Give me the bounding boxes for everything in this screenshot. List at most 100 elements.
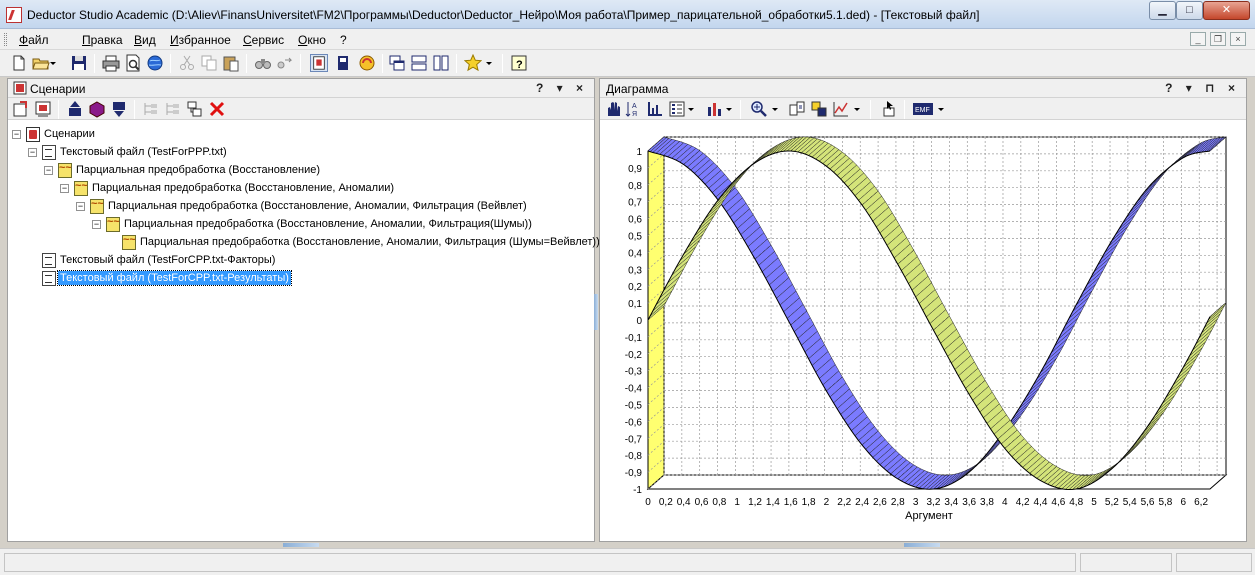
zoom-dropdown-icon[interactable] (770, 100, 780, 118)
chart-panel-controls[interactable]: ? ▾ ⊓ × (1165, 81, 1240, 95)
help-icon[interactable]: ? (510, 54, 528, 72)
y-tick-label: -0,7 (625, 434, 643, 445)
scenario-icon (13, 81, 27, 95)
tree-collapse-toggle[interactable]: − (44, 166, 53, 175)
tree-collapse-icon[interactable] (142, 100, 160, 118)
favorites-icon[interactable] (464, 54, 482, 72)
cascade-icon[interactable] (388, 54, 406, 72)
wizard-icon[interactable] (358, 54, 376, 72)
move-up-icon[interactable] (66, 100, 84, 118)
replace-icon[interactable] (276, 54, 294, 72)
pan-icon[interactable] (604, 100, 622, 118)
tile-h-icon[interactable] (410, 54, 428, 72)
close-button[interactable]: ✕ (1203, 1, 1250, 20)
chart-type-dropdown-icon[interactable] (724, 100, 734, 118)
data-icon[interactable] (334, 54, 352, 72)
tree-collapse-toggle[interactable]: − (60, 184, 69, 193)
line-chart-dropdown-icon[interactable] (852, 100, 862, 118)
menu-service[interactable]: Сервис (243, 33, 284, 47)
x-tick-label: 2 (824, 497, 830, 508)
pointer-icon[interactable] (880, 100, 898, 118)
save-icon[interactable] (70, 54, 88, 72)
axis-icon[interactable] (646, 100, 664, 118)
preprocess-icon (74, 181, 88, 196)
export-icon[interactable] (810, 100, 828, 118)
status-cell-2 (1080, 553, 1172, 572)
chart-type-icon[interactable] (706, 100, 724, 118)
wizard-run-icon[interactable] (34, 100, 52, 118)
y-tick-label: 0,5 (628, 232, 642, 243)
open-dropdown-icon[interactable] (48, 54, 58, 72)
app-icon[interactable] (6, 7, 22, 23)
y-tick-label: 0,1 (628, 299, 642, 310)
preview-icon[interactable] (124, 54, 142, 72)
right-panel-splitter[interactable] (904, 543, 940, 547)
scenarios-panel-controls[interactable]: ? ▾ × (536, 81, 588, 95)
tree-collapse-toggle[interactable]: − (76, 202, 85, 211)
mdi-close-button[interactable]: × (1230, 32, 1246, 46)
text-file-icon (42, 253, 56, 268)
tree-node-label: Сценарии (44, 128, 95, 140)
menu-view[interactable]: Вид (134, 33, 156, 47)
left-panel-splitter[interactable] (283, 543, 319, 547)
tree-node-label: Текстовый файл (TestForCPP.txt-Результат… (57, 270, 292, 286)
x-tick-label: 4,6 (1051, 497, 1065, 508)
scenario-view-icon[interactable] (310, 54, 328, 72)
title-bar: Deductor Studio Academic (D:\Aliev\Finan… (0, 0, 1255, 29)
tree-expand-icon[interactable] (164, 100, 182, 118)
tile-v-icon[interactable] (432, 54, 450, 72)
vertical-splitter[interactable] (594, 294, 598, 330)
copy-icon[interactable] (200, 54, 218, 72)
paste-icon[interactable] (222, 54, 240, 72)
move-down-icon[interactable] (110, 100, 128, 118)
properties-icon[interactable] (12, 100, 30, 118)
preprocess-icon (90, 199, 104, 214)
legend-icon[interactable] (668, 100, 686, 118)
cut-icon[interactable] (178, 54, 196, 72)
menu-file[interactable]: Файл (19, 33, 49, 47)
y-tick-label: -0,4 (625, 384, 643, 395)
menu-grip[interactable] (4, 33, 7, 46)
find-icon[interactable] (254, 54, 272, 72)
svg-text:А: А (632, 103, 637, 110)
menu-edit[interactable]: Правка (82, 33, 123, 47)
print-icon[interactable] (102, 54, 120, 72)
preprocess-icon (106, 217, 120, 232)
maximize-button[interactable]: □ (1176, 1, 1203, 20)
tree-node-label: Текстовый файл (TestForPPP.txt) (60, 146, 227, 158)
tree-collapse-toggle[interactable]: − (28, 148, 37, 157)
tree-collapse-toggle[interactable]: − (12, 130, 21, 139)
x-tick-label: 3,4 (944, 497, 958, 508)
x-tick-label: 2,8 (891, 497, 905, 508)
web-icon[interactable] (146, 54, 164, 72)
menu-favorites[interactable]: Избранное (170, 33, 231, 47)
x-tick-label: 3 (913, 497, 919, 508)
minimize-button[interactable]: ▁ (1149, 1, 1176, 20)
tree-copy-icon[interactable] (186, 100, 204, 118)
mdi-restore-button[interactable]: ❐ (1210, 32, 1226, 46)
sort-icon[interactable]: АЯ (624, 100, 642, 118)
preprocess-icon (122, 235, 136, 250)
text-file-icon (42, 271, 56, 286)
y-tick-label: 0,4 (628, 248, 642, 259)
x-axis-label: Аргумент (905, 510, 953, 522)
line-chart[interactable]: -1-0,9-0,8-0,7-0,6-0,5-0,4-0,3-0,2-0,100… (600, 121, 1246, 541)
menu-window[interactable]: Окно (298, 33, 326, 47)
menu-help[interactable]: ? (340, 33, 347, 47)
tree-collapse-toggle[interactable]: − (92, 220, 101, 229)
copy-chart-icon[interactable] (788, 100, 806, 118)
legend-dropdown-icon[interactable] (686, 100, 696, 118)
tree-node-label: Парциальная предобработка (Восстановлени… (92, 182, 395, 194)
mdi-minimize-button[interactable]: _ (1190, 32, 1206, 46)
emf-export-icon[interactable]: EMF (912, 100, 934, 118)
delete-icon[interactable] (208, 100, 226, 118)
tree-node-label: Парциальная предобработка (Восстановлени… (76, 164, 320, 176)
line-chart-icon[interactable] (832, 100, 850, 118)
new-icon[interactable] (10, 54, 28, 72)
zoom-icon[interactable] (750, 100, 768, 118)
x-tick-label: 4 (1002, 497, 1008, 508)
favorites-dropdown-icon[interactable] (484, 54, 494, 72)
scenarios-toolbar (8, 98, 594, 120)
cube-icon[interactable] (88, 100, 106, 118)
emf-dropdown-icon[interactable] (936, 100, 946, 118)
